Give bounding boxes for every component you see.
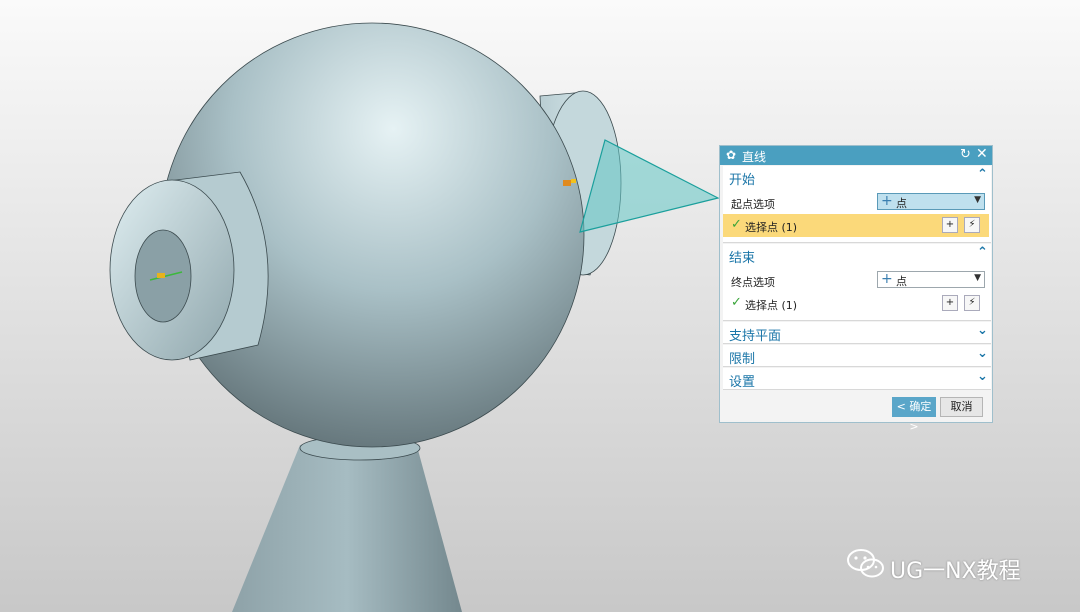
chevron-down-icon: ⌄ — [977, 346, 988, 361]
settings-section[interactable]: 设置 ⌄ — [723, 368, 991, 390]
inferred-point-icon[interactable]: ⚡ — [964, 217, 980, 233]
end-select-point-row[interactable]: ✓ 选择点 (1) + ⚡ — [723, 292, 989, 315]
cancel-button[interactable]: 取消 — [940, 397, 983, 417]
start-point-marker — [157, 273, 165, 278]
limits-section[interactable]: 限制 ⌄ — [723, 345, 991, 367]
start-section-title[interactable]: 开始 — [729, 169, 755, 188]
chevron-up-icon[interactable]: ⌃ — [977, 245, 988, 260]
inferred-point-icon[interactable]: ⚡ — [964, 295, 980, 311]
settings-title: 设置 — [729, 375, 756, 390]
start-select-point-text: 选择点 (1) — [745, 221, 798, 234]
chevron-up-icon[interactable]: ⌃ — [977, 167, 988, 182]
watermark-text: UG一NX教程 — [890, 559, 1021, 584]
end-option-select[interactable]: + 点 ▼ — [877, 271, 985, 288]
point-dialog-icon[interactable]: + — [942, 217, 958, 233]
close-icon[interactable]: ✕ — [976, 146, 988, 162]
start-option-select[interactable]: + 点 ▼ — [877, 193, 985, 210]
end-section: 结束 ⌃ 终点选项 + 点 ▼ ✓ 选择点 (1) + ⚡ — [723, 244, 991, 321]
end-section-title[interactable]: 结束 — [729, 247, 755, 266]
end-point-marker-accent — [571, 179, 576, 183]
end-point-marker — [563, 180, 571, 186]
chevron-down-icon: ⌄ — [977, 323, 988, 338]
chevron-down-icon: ⌄ — [977, 369, 988, 384]
dialog-title-bar[interactable]: ✿ 直线 ↻ ✕ — [720, 146, 992, 165]
watermark: UG一NX教程 — [846, 547, 1021, 587]
chevron-down-icon: ▼ — [974, 273, 981, 283]
support-plane-title: 支持平面 — [729, 329, 782, 344]
end-option-label: 终点选项 — [731, 276, 775, 289]
chevron-down-icon: ▼ — [974, 195, 981, 205]
checkmark-icon: ✓ — [731, 217, 742, 232]
limits-title: 限制 — [729, 352, 756, 367]
gear-icon[interactable]: ✿ — [726, 148, 736, 162]
checkmark-icon: ✓ — [731, 295, 742, 310]
wechat-icon — [847, 549, 884, 578]
start-select-point-row[interactable]: ✓ 选择点 (1) + ⚡ — [723, 214, 989, 237]
point-plus-icon: + — [881, 271, 893, 287]
dialog-title: 直线 — [742, 150, 767, 164]
point-dialog-icon[interactable]: + — [942, 295, 958, 311]
ok-button[interactable]: < 确定 > — [892, 397, 936, 433]
reset-icon[interactable]: ↻ — [960, 147, 971, 162]
start-option-label: 起点选项 — [731, 198, 775, 211]
start-option-value: 点 — [896, 197, 907, 210]
point-plus-icon: + — [881, 193, 893, 209]
end-select-point-text: 选择点 (1) — [745, 299, 798, 312]
end-option-value: 点 — [896, 275, 907, 288]
support-plane-section[interactable]: 支持平面 ⌄ — [723, 322, 991, 344]
line-dialog: ✿ 直线 ↻ ✕ 开始 ⌃ 起点选项 + 点 ▼ ✓ 选择点 (1) + ⚡ 结… — [719, 145, 993, 433]
